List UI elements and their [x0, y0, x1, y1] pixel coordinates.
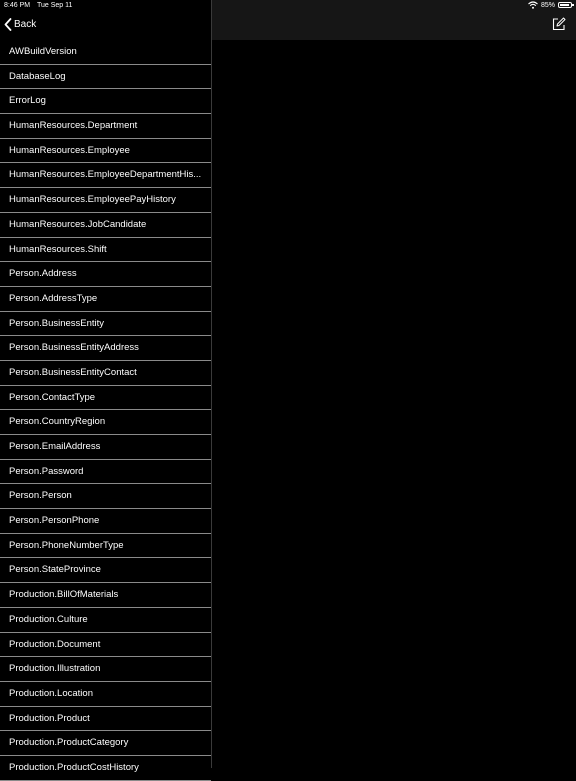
table-list-item[interactable]: Person.AddressType	[0, 287, 211, 312]
navigation-bar: Back	[0, 12, 211, 40]
table-list-item[interactable]: Production.Culture	[0, 608, 211, 633]
table-list-item[interactable]: Person.BusinessEntityAddress	[0, 336, 211, 361]
master-panel: Back AWBuildVersion DatabaseLog ErrorLog Hu…	[0, 0, 211, 781]
battery-percent: 85%	[540, 1, 555, 9]
table-list: AWBuildVersion DatabaseLog ErrorLog HumanRe…	[0, 40, 211, 781]
status-time: 8:46 PM	[4, 2, 31, 9]
wifi-icon	[528, 1, 538, 9]
table-list-item[interactable]: Person.PhoneNumberType	[0, 534, 211, 559]
table-list-item[interactable]: HumanResources.JobCandidate	[0, 213, 211, 238]
back-label: Back	[14, 19, 37, 30]
status-date: Tue Sep 11	[37, 2, 73, 9]
back-button[interactable]: Back	[4, 18, 36, 31]
table-list-item[interactable]: Person.BusinessEntityContact	[0, 361, 211, 386]
table-list-item[interactable]: Production.ProductCategory	[0, 731, 211, 756]
table-list-item[interactable]: Production.Location	[0, 682, 211, 707]
status-right: 85%	[528, 1, 574, 9]
chevron-left-icon	[4, 18, 12, 31]
table-list-item[interactable]: Person.StateProvince	[0, 558, 211, 584]
table-list-item[interactable]: DatabaseLog	[0, 65, 211, 90]
table-list-item[interactable]: HumanResources.Employee	[0, 139, 211, 164]
table-list-item[interactable]: ErrorLog	[0, 89, 211, 115]
detail-panel	[212, 40, 576, 768]
table-list-item[interactable]: Person.Address	[0, 262, 211, 287]
table-list-item[interactable]: HumanResources.EmployeePayHistory	[0, 188, 211, 213]
table-list-item[interactable]: Person.EmailAddress	[0, 435, 211, 460]
table-list-item[interactable]: Production.Illustration	[0, 657, 211, 682]
table-list-item[interactable]: Person.BusinessEntity	[0, 312, 211, 337]
table-list-item[interactable]: Production.Product	[0, 707, 211, 732]
table-list-item[interactable]: HumanResources.Department	[0, 114, 211, 139]
table-list-item[interactable]: AWBuildVersion	[0, 40, 211, 65]
table-list-item[interactable]: HumanResources.EmployeeDepartmentHis...	[0, 163, 211, 189]
table-list-item[interactable]: Person.Person	[0, 484, 211, 510]
table-list-item[interactable]: Person.CountryRegion	[0, 410, 211, 435]
table-list-item[interactable]: Production.Document	[0, 633, 211, 658]
table-list-item[interactable]: Person.Password	[0, 460, 211, 485]
compose-icon[interactable]	[552, 17, 566, 31]
table-list-item[interactable]: Production.BillOfMaterials	[0, 583, 211, 608]
table-list-item[interactable]: Person.ContactType	[0, 386, 211, 411]
table-list-item[interactable]: HumanResources.Shift	[0, 238, 211, 263]
table-list-item[interactable]: Production.ProductCostHistory	[0, 756, 211, 781]
status-bar: 8:46 PM Tue Sep 11 85%	[0, 0, 576, 12]
battery-icon	[558, 2, 574, 8]
table-list-item[interactable]: Person.PersonPhone	[0, 509, 211, 534]
